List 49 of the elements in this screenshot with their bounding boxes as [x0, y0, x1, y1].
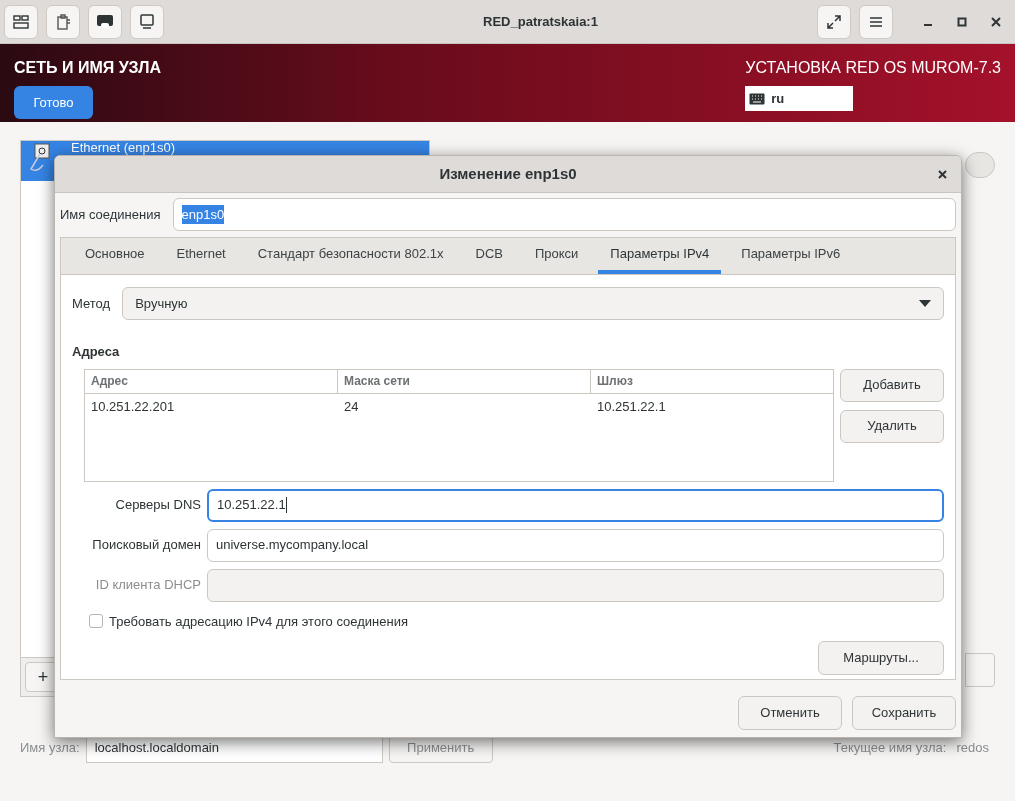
current-hostname: redos: [956, 739, 989, 758]
dropdown-arrow-icon: [919, 300, 931, 307]
cancel-button[interactable]: Отменить: [738, 696, 842, 730]
tab[interactable]: Стандарт безопасности 802.1x: [245, 237, 456, 274]
delete-button[interactable]: Удалить: [840, 409, 944, 443]
current-hostname-label: Текущее имя узла:: [833, 739, 947, 758]
maximize-icon[interactable]: [957, 16, 967, 27]
tab[interactable]: Ethernet: [164, 237, 238, 274]
monitor-icon[interactable]: [130, 4, 164, 39]
clipboard-icon[interactable]: [46, 4, 80, 39]
tab[interactable]: Параметры IPv4: [598, 237, 722, 274]
field-label: Поисковый домен: [91, 536, 201, 555]
field-label: ID клиента DHCP: [94, 576, 201, 595]
tab[interactable]: DCB: [463, 237, 515, 274]
hostname-label: Имя узла:: [20, 739, 80, 758]
page-title: СЕТЬ И ИМЯ УЗЛА: [14, 58, 162, 78]
dialog-title: Изменение enp1s0: [439, 163, 577, 184]
tab[interactable]: Параметры IPv6: [729, 237, 853, 274]
table-cell-text: 24: [343, 398, 360, 417]
menu-icon[interactable]: [859, 4, 893, 39]
table-cell-text: 10.251.22.201: [90, 398, 176, 417]
column-header[interactable]: Адрес: [85, 369, 338, 393]
tab[interactable]: Прокси: [522, 237, 591, 274]
save-button[interactable]: Сохранить: [852, 696, 956, 730]
table-cell-text: 10.251.22.1: [596, 398, 667, 417]
window-title: RED_patratskaia:1: [483, 12, 598, 31]
fullscreen-icon[interactable]: [817, 4, 851, 39]
done-button[interactable]: Готово: [14, 86, 93, 119]
column-header[interactable]: Маска сети: [338, 369, 591, 393]
keyboard-layout-field[interactable]: ru: [745, 86, 854, 111]
field-label: Серверы DNS: [114, 496, 201, 515]
product-title: УСТАНОВКА RED OS MUROM-7.3: [745, 58, 1001, 78]
text-field[interactable]: 10.251.22.1: [207, 488, 944, 522]
text-field[interactable]: universe.mycompany.local: [207, 528, 944, 562]
close-icon[interactable]: [938, 169, 947, 179]
tab[interactable]: Основное: [73, 237, 157, 274]
connection-name-field[interactable]: enp1s0: [172, 198, 956, 231]
column-header[interactable]: Шлюз: [591, 369, 833, 393]
method-dropdown[interactable]: Вручную: [122, 287, 944, 320]
toggle-switch[interactable]: [965, 152, 995, 178]
checkbox[interactable]: [89, 614, 103, 629]
connection-name-label: Имя соединения: [60, 205, 161, 224]
add-button[interactable]: Добавить: [840, 368, 944, 402]
close-icon[interactable]: [991, 16, 1001, 27]
checkbox-label: Требовать адресацию IPv4 для этого соединения: [109, 612, 408, 631]
addresses-heading: Адреса: [72, 343, 121, 361]
method-label: Метод: [72, 294, 111, 313]
windows-icon[interactable]: [4, 4, 38, 39]
routes-button[interactable]: Маршруты...: [818, 641, 944, 675]
